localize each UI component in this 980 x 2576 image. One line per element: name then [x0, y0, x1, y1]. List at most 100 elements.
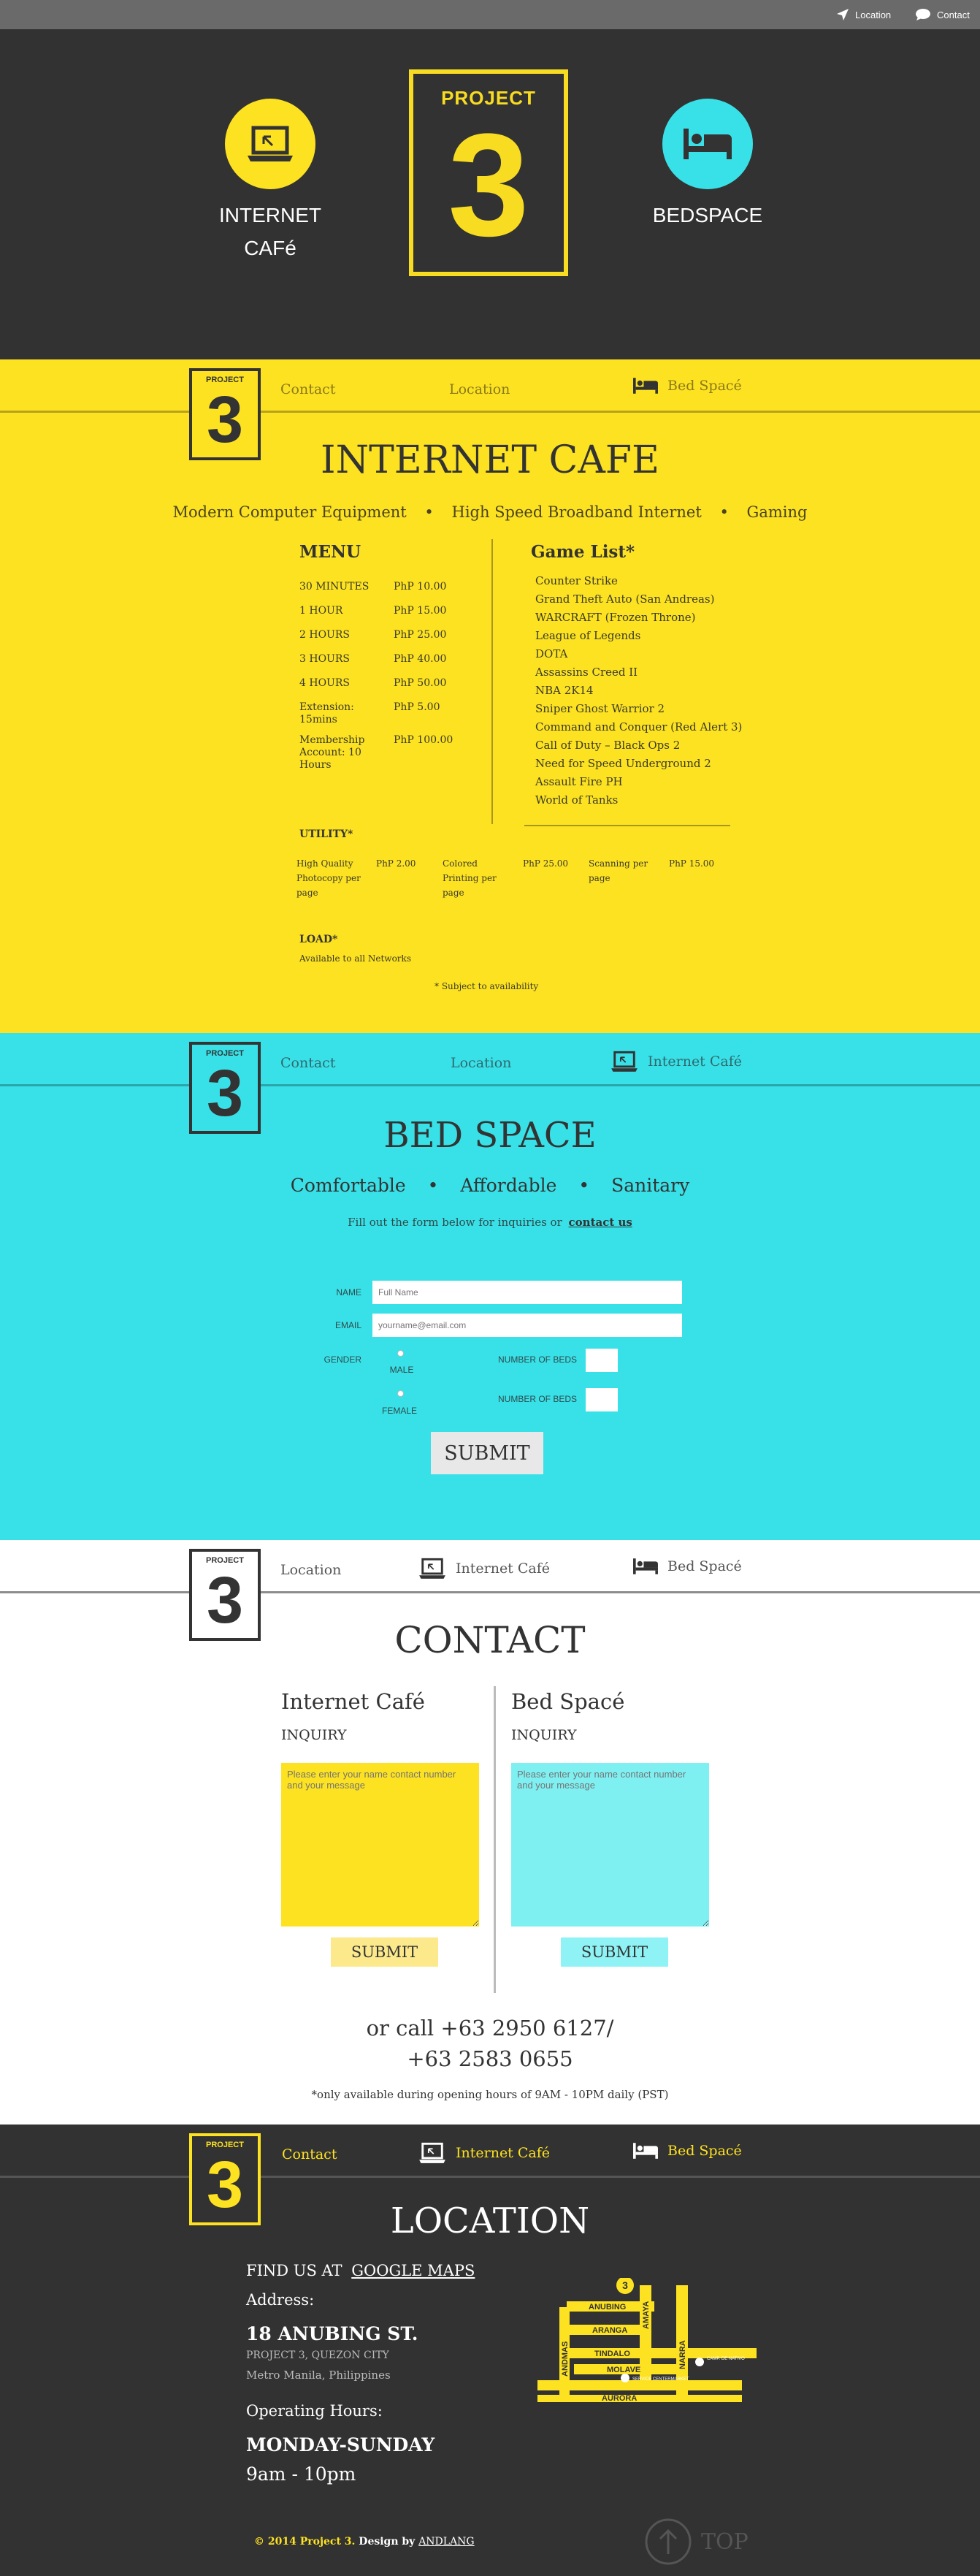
hero-internet-label[interactable]: INTERNET CAFé [183, 199, 358, 264]
game-item: Assassins Creed II [535, 666, 638, 679]
location-title: LOCATION [390, 2200, 590, 2241]
contact-nav-location[interactable]: Location [280, 1562, 341, 1578]
map-street-molave: MOLAVE [607, 2366, 640, 2374]
cafe-nav-contact[interactable]: Contact [280, 381, 335, 397]
game-item: Command and Conquer (Red Alert 3) [535, 720, 743, 733]
nav-bedspace-label: Bed Spacé [667, 1558, 742, 1574]
address-street: 18 ANUBING ST. [246, 2323, 418, 2344]
menu-item-name: 1 HOUR [299, 605, 343, 617]
hero-bedspace-label[interactable]: BEDSPACE [620, 199, 795, 232]
address-line2: PROJECT 3, QUEZON CITY [246, 2350, 389, 2361]
cafe-nav-location[interactable]: Location [449, 381, 510, 397]
menu-item-price: PhP 40.00 [394, 653, 447, 665]
back-to-top-button[interactable]: TOP [644, 2518, 749, 2566]
feature-item: Modern Computer Equipment [172, 503, 407, 521]
call-line-2: +63 2583 0655 [407, 2046, 573, 2071]
bedspace-inquiry-submit-button[interactable]: SUBMIT [561, 1937, 668, 1967]
bed-nav-location[interactable]: Location [451, 1055, 511, 1071]
internet-cafe-section: PROJECT 3 Contact Location Bed Spacé INT… [0, 359, 980, 1033]
contact-right-title: Bed Spacé [511, 1689, 625, 1714]
load-text: Available to all Networks [299, 953, 411, 964]
internet-inquiry-submit-button[interactable]: SUBMIT [331, 1937, 438, 1967]
loc-nav-internet[interactable]: Internet Café [418, 2142, 550, 2164]
feature-bullet: • [578, 1175, 590, 1196]
beds-input-1[interactable] [586, 1349, 618, 1372]
bed-intro-text: Fill out the form below for inquiries or [348, 1216, 562, 1229]
bedspace-inquiry-textarea[interactable] [511, 1763, 709, 1927]
footer-design-by: Design by [359, 2536, 416, 2548]
utility-item-price: PhP 25.00 [523, 858, 569, 869]
map-street-tindalo: TINDALO [594, 2350, 630, 2358]
menu-item-name: 3 HOURS [299, 653, 350, 665]
game-item: World of Tanks [535, 793, 619, 807]
map-street-narra: NARRA [678, 2340, 687, 2369]
contact-right-subtitle: INQUIRY [511, 1727, 577, 1743]
female-label: FEMALE [381, 1406, 417, 1416]
feature-item: Affordable [460, 1175, 557, 1196]
bed-nav-contact[interactable]: Contact [280, 1055, 335, 1071]
arrow-up-circle-icon [645, 2518, 692, 2565]
utility-item-price: PhP 15.00 [669, 858, 715, 869]
name-label: NAME [336, 1287, 361, 1297]
loc-nav-contact[interactable]: Contact [282, 2146, 337, 2162]
nav-contact-label: Contact [280, 381, 336, 397]
internet-cafe-hero-button[interactable] [225, 99, 315, 189]
bedspace-hero-button[interactable] [662, 99, 753, 189]
beds-label-2: NUMBER OF BEDS [497, 1394, 577, 1404]
hero-internet-line1: INTERNET [219, 204, 321, 226]
menu-item-name: 4 HOURS [299, 677, 350, 689]
contact-title: CONTACT [394, 1619, 586, 1661]
nav-location-label: Location [449, 381, 510, 397]
bed-submit-button[interactable]: SUBMIT [431, 1432, 543, 1474]
menu-title: MENU [299, 542, 361, 562]
beds-input-2[interactable] [586, 1388, 618, 1411]
availability-note: * Subject to availability [435, 981, 539, 991]
cafe-nav-bedspace[interactable]: Bed Spacé [632, 377, 742, 395]
feature-bullet: • [424, 503, 434, 521]
utility-item-name: Scanning per page [589, 858, 648, 883]
bed-nav-internet[interactable]: Internet Café [610, 1051, 742, 1072]
games-underline [524, 825, 730, 826]
menu-item-name: 30 MINUTES [299, 581, 370, 592]
google-maps-link[interactable]: GOOGLE MAPS [351, 2262, 475, 2279]
menu-item-price: PhP 25.00 [394, 629, 447, 641]
loc-nav-bedspace[interactable]: Bed Spacé [632, 2142, 742, 2160]
footer-designer-link[interactable]: ANDLANG [418, 2536, 474, 2548]
laptop-icon [419, 1558, 445, 1579]
map-street-andmas: ANDMAS [561, 2341, 570, 2377]
cafe-features: Modern Computer Equipment • High Speed B… [0, 503, 980, 521]
male-label: MALE [389, 1365, 414, 1375]
laptop-icon [419, 2142, 445, 2163]
top-bar: Location Contact [0, 0, 980, 29]
nav-bedspace-label: Bed Spacé [667, 378, 742, 394]
bed-intro: Fill out the form below for inquiries or… [0, 1216, 980, 1229]
female-radio[interactable] [397, 1390, 404, 1397]
internet-inquiry-textarea[interactable] [281, 1763, 479, 1927]
cafe-column-divider [491, 539, 493, 824]
email-field[interactable] [372, 1314, 682, 1337]
male-radio[interactable] [397, 1350, 404, 1357]
contact-us-link[interactable]: contact us [569, 1216, 632, 1229]
contact-nav-bedspace[interactable]: Bed Spacé [632, 1558, 742, 1575]
bed-nav-divider [0, 1084, 980, 1086]
contact-nav-internet[interactable]: Internet Café [418, 1558, 550, 1579]
bedspace-section: PROJECT 3 Contact Location Internet Café… [0, 1033, 980, 1540]
menu-item-price: PhP 100.00 [394, 734, 453, 746]
contact-section: PROJECT 3 Location Internet Café Bed Spa… [0, 1540, 980, 2125]
feature-item: High Speed Broadband Internet [451, 503, 702, 521]
feature-item: Comfortable [290, 1175, 406, 1196]
operating-days: MONDAY-SUNDAY [246, 2434, 435, 2455]
nav-location-label: Location [280, 1562, 342, 1578]
map-landmark-2: SERVICE CENTERMARKET [632, 2377, 689, 2382]
bed-features: Comfortable • Affordable • Sanitary [0, 1175, 980, 1196]
speech-bubble-icon [916, 9, 930, 20]
hero-logo-number: 3 [448, 104, 529, 267]
location-arrow-icon [837, 9, 849, 20]
bed-icon [633, 2143, 658, 2159]
location-map[interactable]: 3 ANUBING ARANGA TINDALO MOLAVE AURORA A… [537, 2278, 757, 2402]
topbar-contact-link[interactable]: Contact [915, 0, 970, 29]
topbar-location-link[interactable]: Location [836, 0, 891, 29]
hero-section: INTERNET CAFé PROJECT 3 BEDSPACE [0, 29, 980, 359]
name-field[interactable] [372, 1281, 682, 1304]
find-us-line: FIND US AT GOOGLE MAPS [246, 2262, 475, 2279]
